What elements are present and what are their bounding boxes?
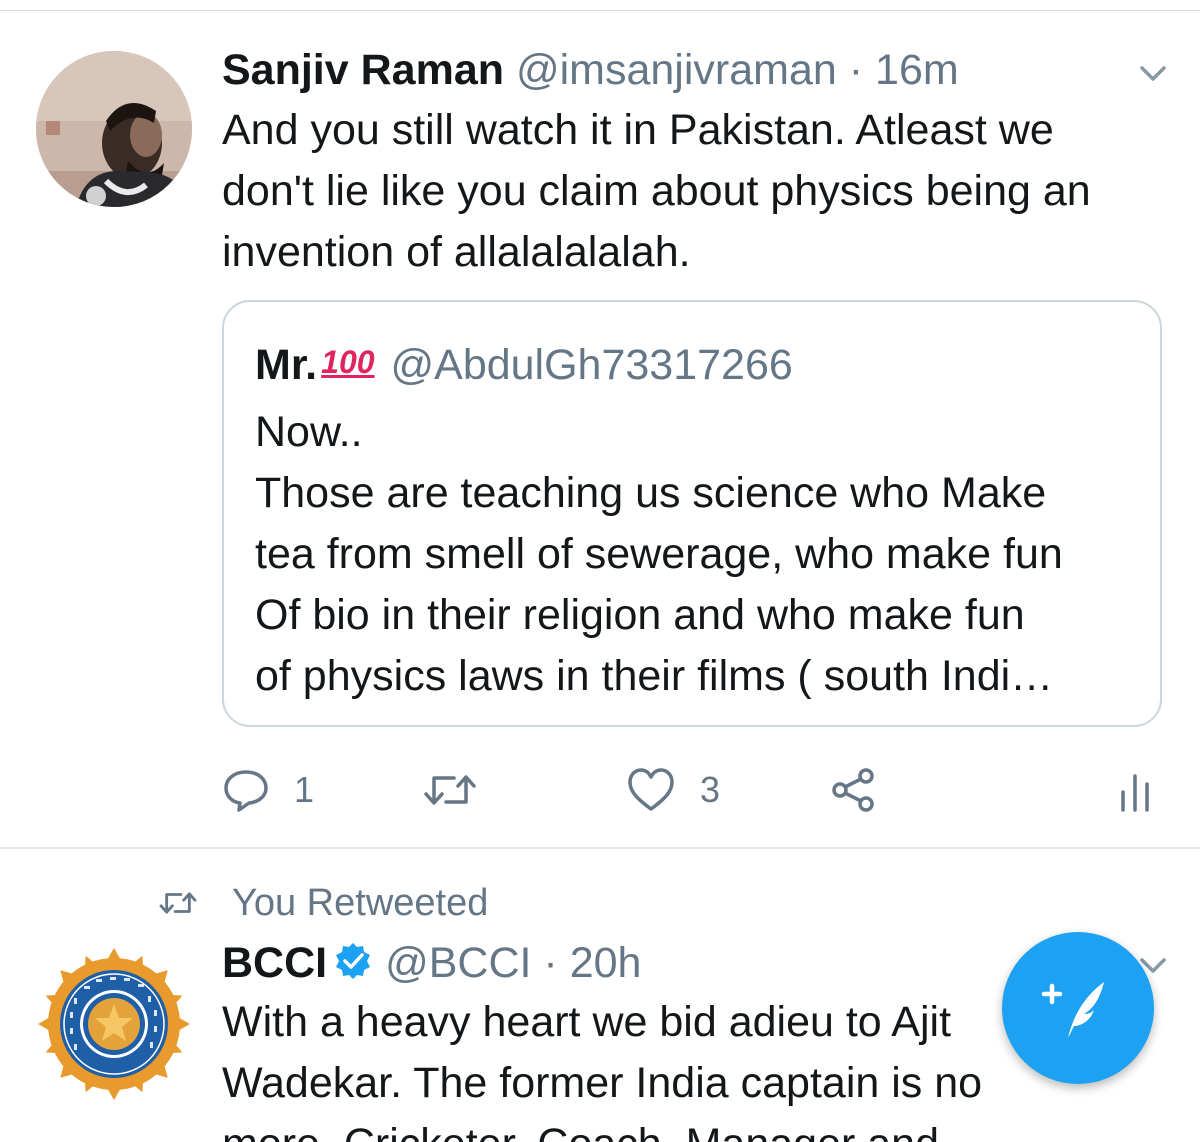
quoted-text-line: tea from smell of sewerage, who make fun	[255, 530, 1063, 578]
compose-tweet-button[interactable]	[1002, 932, 1154, 1084]
author-name[interactable]: Sanjiv Raman	[222, 46, 504, 94]
bcci-logo-icon	[38, 948, 190, 1100]
separator-dot: ·	[848, 46, 864, 94]
share-button[interactable]	[830, 760, 878, 820]
verified-badge-icon	[336, 943, 371, 979]
quoted-text-line: Of bio in their religion and who make fu…	[255, 591, 1025, 639]
hundred-points-icon: 100	[321, 344, 375, 380]
tweet-text: And you still watch it in Pakistan. Atle…	[222, 100, 1182, 283]
avatar[interactable]	[36, 51, 192, 207]
reply-count: 1	[294, 769, 315, 810]
separator-dot: ·	[543, 939, 558, 987]
heart-icon	[628, 768, 674, 811]
retweet-icon	[424, 775, 476, 805]
retweet-icon	[159, 892, 197, 914]
like-button[interactable]: 3	[626, 760, 720, 820]
timestamp[interactable]: 16m	[875, 46, 959, 94]
tweet-text-line: And you still watch it in Pakistan. Atle…	[222, 106, 1054, 154]
analytics-icon	[1121, 774, 1149, 812]
share-icon	[832, 768, 874, 812]
quoted-tweet-text: Now.. Those are teaching us science who …	[255, 402, 1063, 707]
reply-icon	[224, 770, 268, 812]
divider	[0, 847, 1200, 849]
social-context-label: You Retweeted	[232, 881, 489, 924]
author-name[interactable]: BCCI	[222, 939, 327, 987]
reply-button[interactable]: 1	[222, 760, 314, 820]
quoted-text-line: Now..	[255, 408, 363, 456]
tweet-text-line: more. Cricketer, Coach, Manager and	[222, 1114, 1182, 1142]
quoted-tweet-header: Mr. 100 @AbdulGh73317266	[255, 336, 793, 391]
compose-feather-plus-icon	[1041, 982, 1104, 1038]
quoted-tweet-card[interactable]: Mr. 100 @AbdulGh73317266 Now.. Those are …	[222, 300, 1162, 727]
like-count: 3	[700, 769, 721, 810]
divider	[0, 10, 1200, 11]
quoted-author-name: Mr.	[255, 341, 318, 389]
chevron-down-icon[interactable]	[1136, 56, 1170, 90]
analytics-button[interactable]	[1118, 760, 1152, 820]
tweet-header: BCCI @BCCI · 20h	[222, 937, 641, 989]
timeline: Sanjiv Raman @imsanjivraman · 16m And yo…	[0, 0, 1200, 1142]
quoted-author-handle: @AbdulGh73317266	[390, 341, 793, 389]
retweet-button[interactable]	[422, 760, 502, 820]
avatar[interactable]	[36, 946, 192, 1102]
author-handle[interactable]: @BCCI	[385, 939, 531, 987]
social-context: You Retweeted	[158, 877, 488, 929]
tweet-text-line: invention of allalalalalah.	[222, 228, 691, 276]
tweet-header: Sanjiv Raman @imsanjivraman · 16m	[222, 44, 959, 96]
tweet-text-line: don't lie like you claim about physics b…	[222, 167, 1091, 215]
quoted-text-line: Those are teaching us science who Make	[255, 469, 1047, 517]
author-handle[interactable]: @imsanjivraman	[516, 46, 837, 94]
profile-photo-icon	[36, 51, 192, 207]
tweet-actions: 1 3	[222, 760, 1162, 820]
timestamp[interactable]: 20h	[570, 939, 642, 987]
quoted-text-line: of physics laws in their films ( south I…	[255, 652, 1054, 700]
